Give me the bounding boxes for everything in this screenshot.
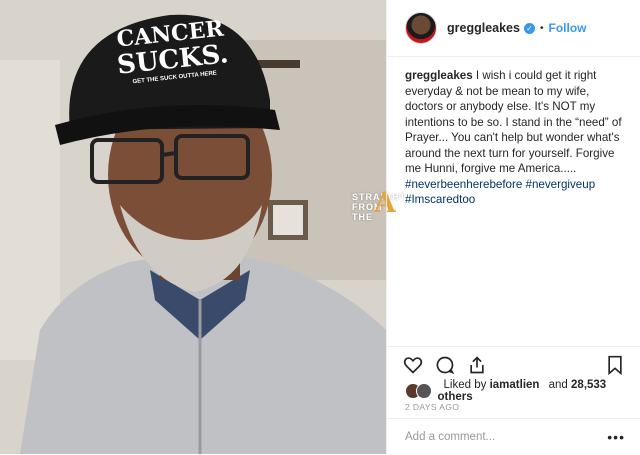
comment-box: Add a comment... ••• [387,418,640,455]
post-sidebar: greggleakes ✓ • Follow greggleakes I wis… [386,0,640,454]
action-icons [403,355,487,375]
likes-text: Liked by iamatlien and 28,533 others [438,379,640,403]
post-header: greggleakes ✓ • Follow [387,0,640,57]
avatar[interactable] [405,12,437,44]
likes-prefix: Liked by [443,379,487,391]
hashtag-line-1[interactable]: #neverbeenherebefore #nevergiveup [405,177,627,193]
action-bar: Liked by iamatlien and 28,533 others 2 D… [387,346,640,412]
heart-icon[interactable] [403,355,423,375]
instagram-post: CANCER SUCKS. GET THE SUCK OUTTA HERE ST… [0,0,640,454]
post-photo[interactable]: CANCER SUCKS. GET THE SUCK OUTTA HERE [0,0,386,454]
separator-dot: • [539,22,544,34]
post-timestamp[interactable]: 2 DAYS AGO [405,402,459,412]
share-icon[interactable] [467,355,487,375]
header-username[interactable]: greggleakes [447,21,520,35]
caption-text: I wish i could get it right everyday & n… [405,69,622,175]
comment-input[interactable]: Add a comment... [405,431,607,443]
caption-username[interactable]: greggleakes [405,69,473,82]
likes-middle: and [548,379,568,391]
follow-button[interactable]: Follow [548,21,586,35]
verified-badge-icon: ✓ [523,22,535,34]
likes-user[interactable]: iamatlien [490,379,540,391]
more-options-icon[interactable]: ••• [607,429,625,445]
comment-icon[interactable] [435,355,455,375]
post-caption: greggleakes I wish i could get it right … [405,68,627,208]
likes-summary: Liked by iamatlien and 28,533 others [405,379,640,403]
bookmark-icon[interactable] [605,355,625,375]
liker-avatar-2[interactable] [415,383,432,399]
hashtag-line-2[interactable]: #Imscaredtoo [405,192,627,208]
